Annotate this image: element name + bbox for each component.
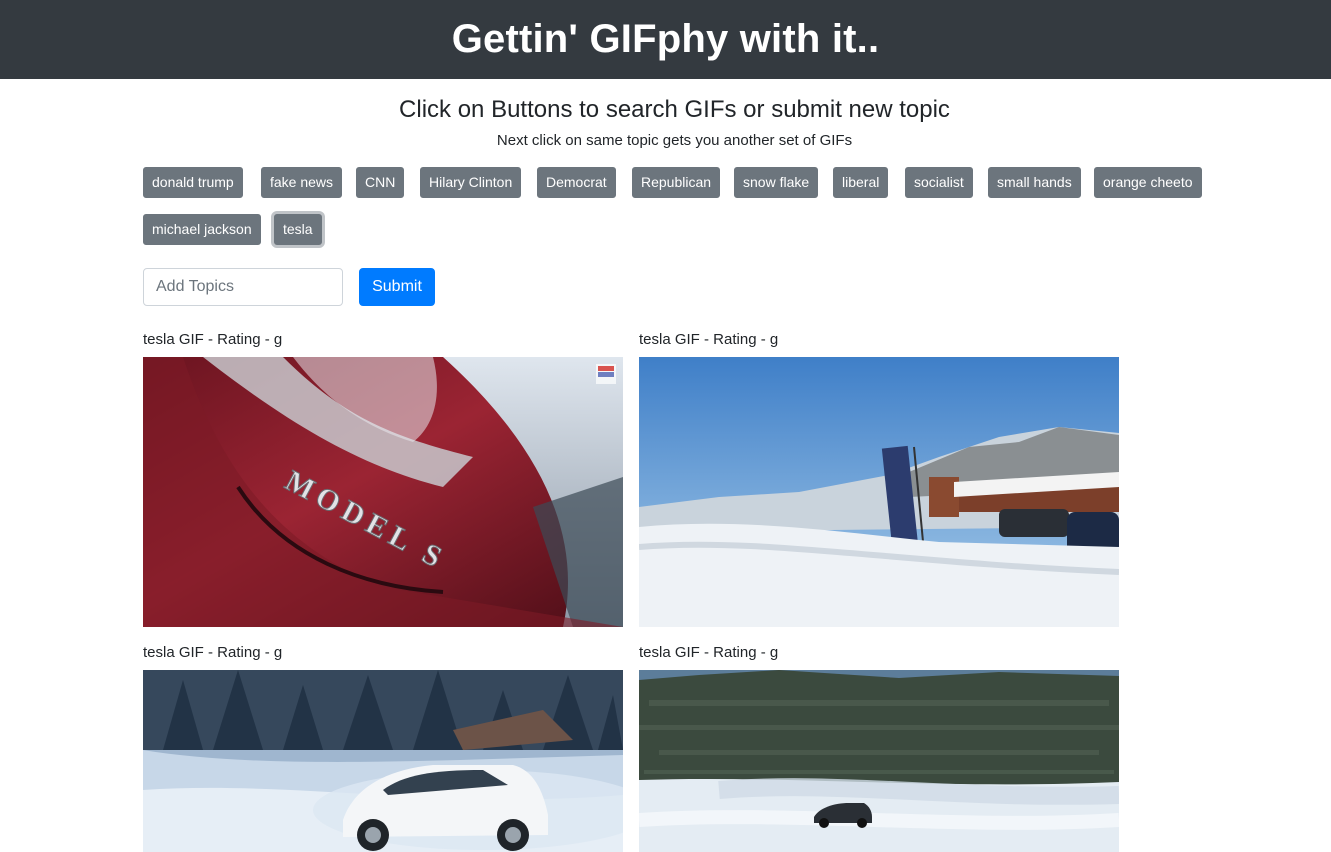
instructions-subheading: Next click on same topic gets you anothe… bbox=[496, 132, 853, 149]
gif-caption: tesla GIF - Rating - g bbox=[639, 644, 779, 661]
topic-button-republican[interactable]: Republican bbox=[632, 167, 721, 198]
site-header: Gettin' GIFphy with it.. bbox=[0, 0, 1331, 79]
topic-button-tesla[interactable]: tesla bbox=[274, 214, 322, 245]
gif-image-snowy-track[interactable] bbox=[639, 357, 1119, 627]
instructions-heading: Click on Buttons to search GIFs or submi… bbox=[399, 96, 950, 123]
gif-image-white-tesla-drift[interactable] bbox=[143, 670, 623, 852]
gif-image-red-model-s[interactable]: MODEL S bbox=[143, 357, 623, 627]
topic-button-democrat[interactable]: Democrat bbox=[537, 167, 616, 198]
topic-button-orange-cheeto[interactable]: orange cheeto bbox=[1094, 167, 1202, 198]
add-topic-input[interactable] bbox=[143, 268, 343, 306]
topic-button-michael-jackson[interactable]: michael jackson bbox=[143, 214, 261, 245]
topic-button-donald-trump[interactable]: donald trump bbox=[143, 167, 243, 198]
submit-button[interactable]: Submit bbox=[359, 268, 435, 306]
gif-caption: tesla GIF - Rating - g bbox=[143, 331, 283, 348]
gif-caption: tesla GIF - Rating - g bbox=[639, 331, 779, 348]
site-title: Gettin' GIFphy with it.. bbox=[451, 17, 880, 61]
topic-button-socialist[interactable]: socialist bbox=[905, 167, 973, 198]
topic-button-small-hands[interactable]: small hands bbox=[988, 167, 1081, 198]
gif-caption: tesla GIF - Rating - g bbox=[143, 644, 283, 661]
topic-button-liberal[interactable]: liberal bbox=[833, 167, 889, 198]
topic-button-hilary-clinton[interactable]: Hilary Clinton bbox=[420, 167, 522, 198]
topic-button-cnn[interactable]: CNN bbox=[356, 167, 405, 198]
topic-button-fake-news[interactable]: fake news bbox=[261, 167, 343, 198]
gif-image-frozen-lake-drift[interactable] bbox=[639, 670, 1119, 852]
topic-button-snow-flake[interactable]: snow flake bbox=[734, 167, 819, 198]
